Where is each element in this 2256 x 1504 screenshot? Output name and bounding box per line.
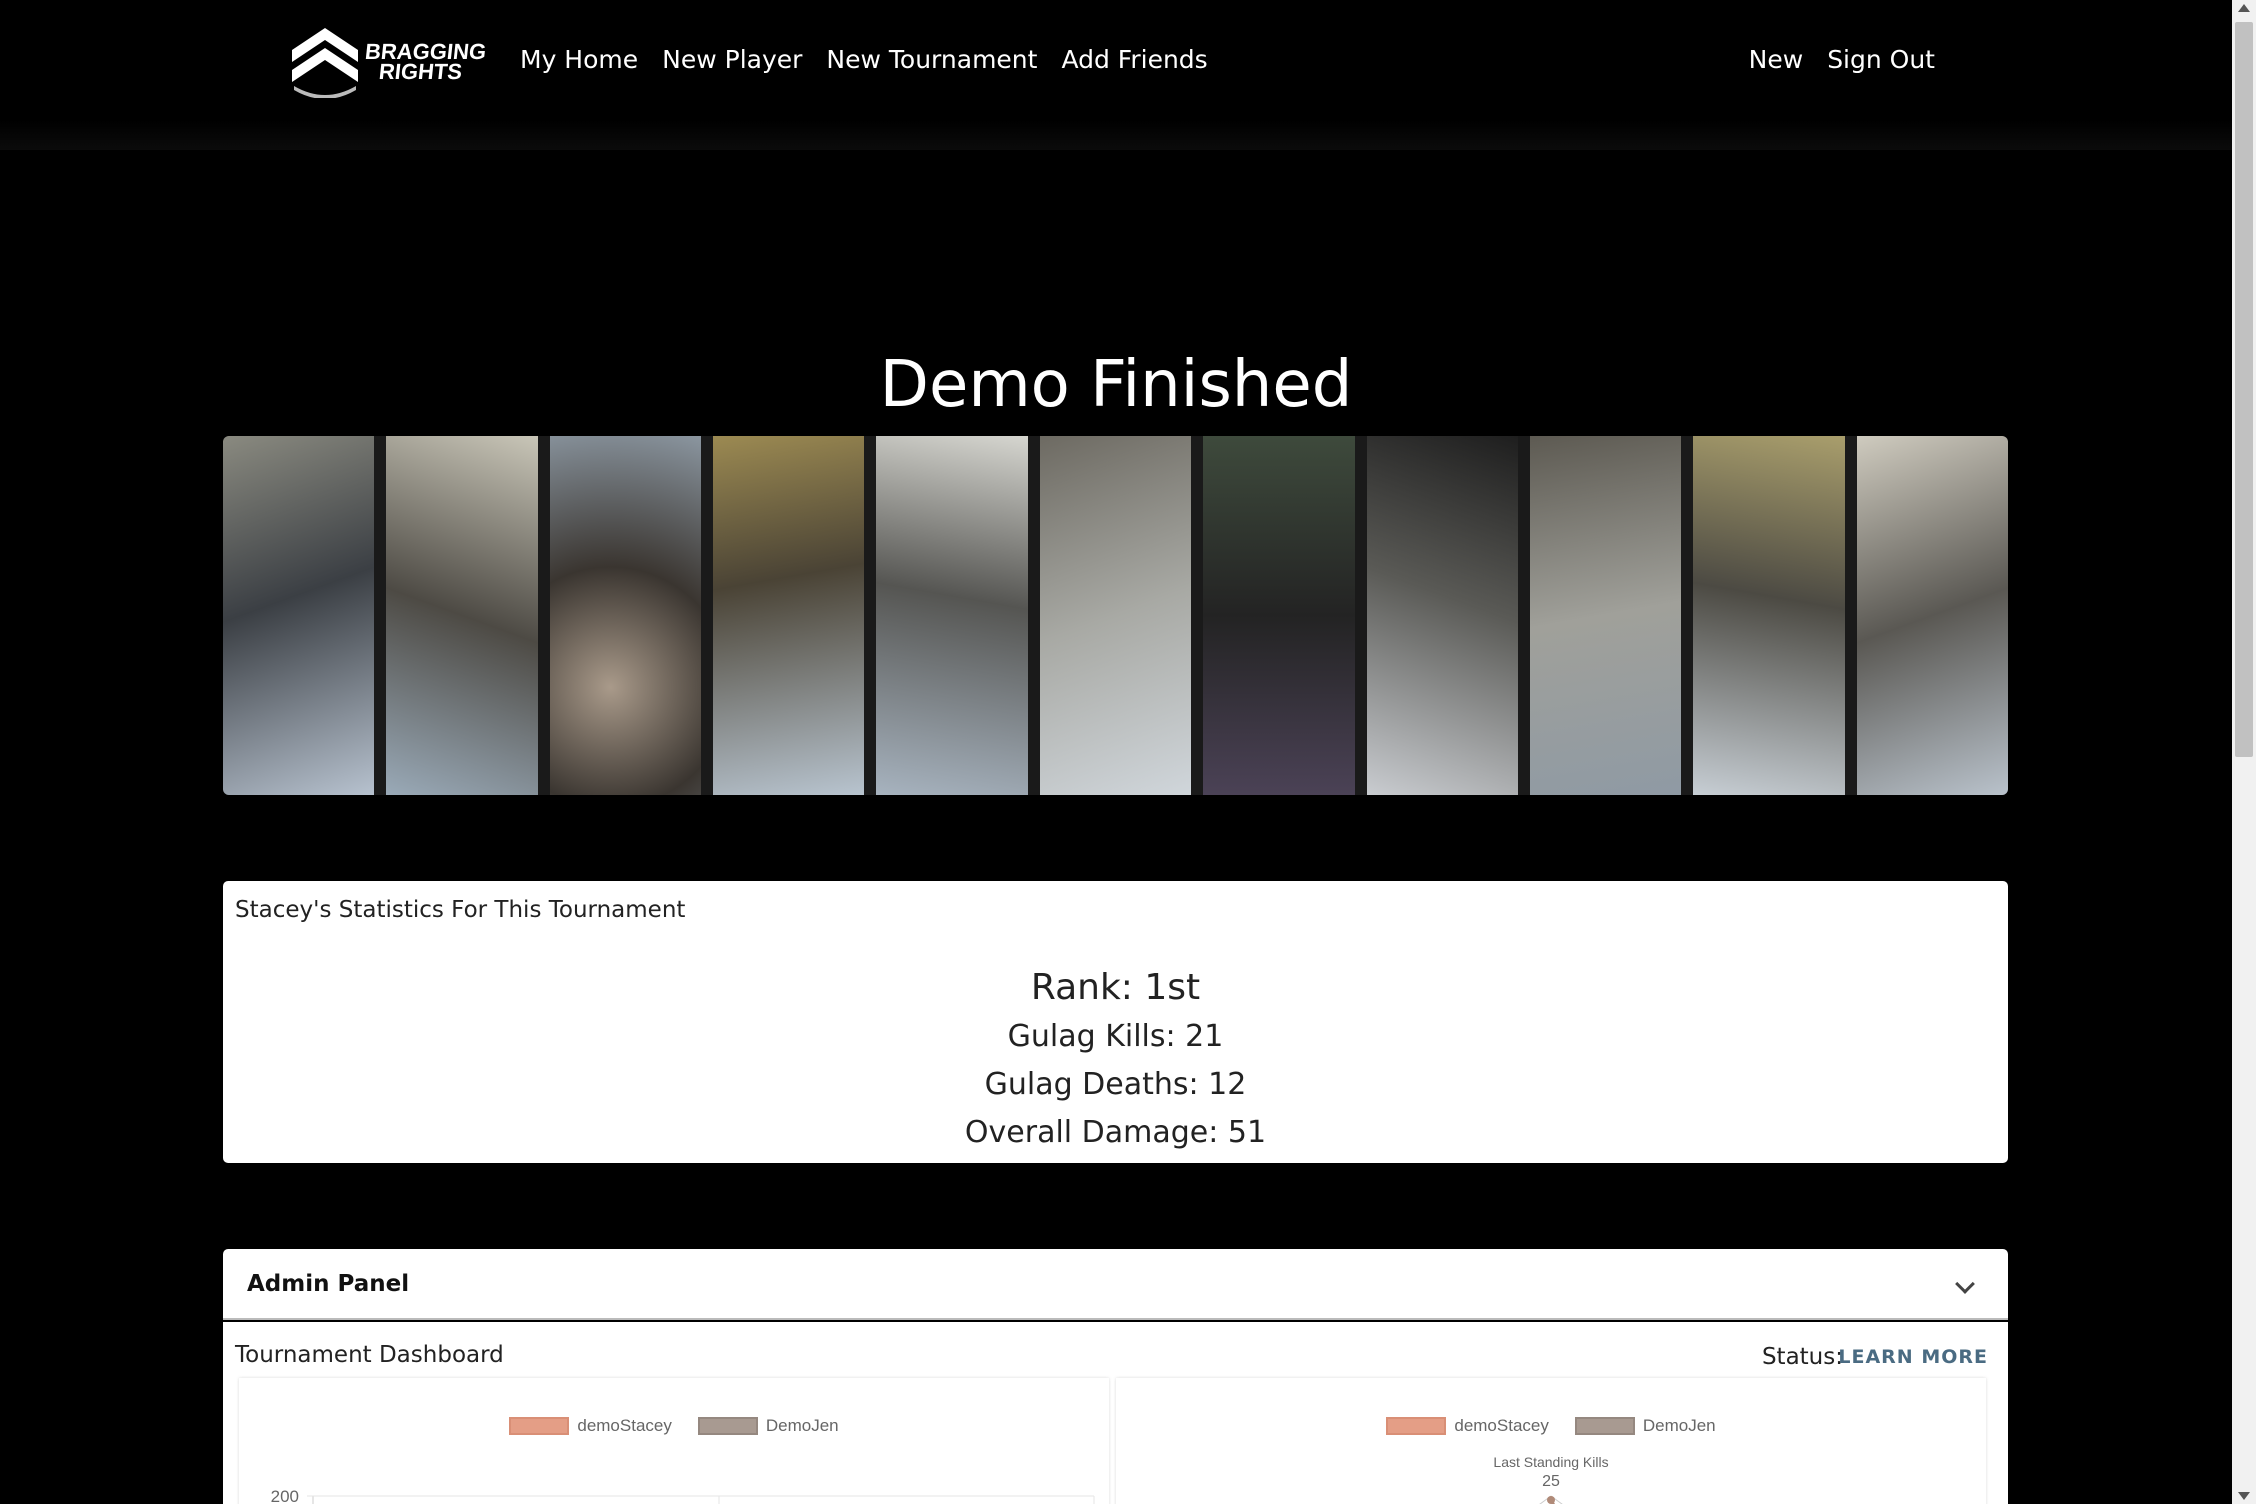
admin-panel-accordion[interactable]: Admin Panel xyxy=(223,1249,2008,1320)
tournament-banner-image xyxy=(223,436,2008,795)
scroll-up-arrow-icon[interactable] xyxy=(2238,4,2250,12)
banner-panel xyxy=(1039,436,1204,795)
nav-new-player[interactable]: New Player xyxy=(662,45,802,74)
page-title: Demo Finished xyxy=(879,348,1353,422)
status-label: Status: xyxy=(1761,1344,1843,1370)
page-scrollbar[interactable] xyxy=(2232,0,2256,1504)
logo-text: BRAGGING RIGHTS xyxy=(362,39,488,84)
admin-panel-label: Admin Panel xyxy=(247,1271,410,1297)
banner-panel xyxy=(386,436,550,795)
nav-links: My Home New Player New Tournament Add Fr… xyxy=(520,45,1208,74)
banner-panel xyxy=(223,436,387,795)
dashboard-title: Tournament Dashboard xyxy=(235,1342,504,1368)
bragging-rights-logo[interactable]: BRAGGING RIGHTS xyxy=(290,26,490,98)
banner-panel xyxy=(713,436,877,795)
stats-values: Rank: 1st Gulag Kills: 21 Gulag Deaths: … xyxy=(223,963,2008,1157)
logo-text-line2: RIGHTS xyxy=(377,59,464,84)
scroll-down-arrow-icon[interactable] xyxy=(2238,1492,2250,1500)
banner-panel xyxy=(549,436,714,795)
overall-damage-value: Overall Damage: 51 xyxy=(964,1115,1267,1150)
chevron-logo-icon xyxy=(292,28,358,98)
top-navbar: BRAGGING RIGHTS My Home New Player New T… xyxy=(0,0,2232,150)
banner-panel xyxy=(1366,436,1530,795)
chevron-down-icon[interactable] xyxy=(1955,1274,1975,1294)
stats-heading: Stacey's Statistics For This Tournament xyxy=(235,897,686,923)
nav-add-friends[interactable]: Add Friends xyxy=(1061,45,1207,74)
banner-panel xyxy=(1693,436,1857,795)
banner-panel xyxy=(1203,436,1367,795)
tournament-dashboard: Tournament Dashboard Status: LEARN MORE … xyxy=(223,1322,2008,1504)
nav-sign-out[interactable]: Sign Out xyxy=(1827,45,1935,74)
player-stats-card: Stacey's Statistics For This Tournament … xyxy=(223,881,2008,1163)
bar-chart: demoStacey DemoJen 200180160 xyxy=(239,1378,1109,1504)
y-tick-label: 200 xyxy=(271,1487,299,1504)
nav-right-links: New Sign Out xyxy=(1749,45,1935,74)
scroll-thumb[interactable] xyxy=(2235,22,2253,757)
nav-my-home[interactable]: My Home xyxy=(520,45,638,74)
banner-panel xyxy=(1529,436,1694,795)
radar-chart: demoStacey DemoJen Last Standing Kills 2… xyxy=(1116,1378,1986,1504)
rank-value: Rank: 1st xyxy=(1030,967,1201,1008)
radar-gridline xyxy=(1539,1495,1552,1504)
banner-panel xyxy=(1856,436,2008,795)
gulag-deaths-value: Gulag Deaths: 12 xyxy=(984,1067,1247,1102)
banner-panel xyxy=(876,436,1040,795)
nav-new-tournament[interactable]: New Tournament xyxy=(826,45,1037,74)
radar-gridline xyxy=(1550,1495,1563,1504)
radar-chart-plot xyxy=(1539,1495,1563,1504)
bar-chart-plot: 200180160 xyxy=(271,1487,1095,1504)
nav-new[interactable]: New xyxy=(1749,45,1804,74)
learn-more-button[interactable]: LEARN MORE xyxy=(1838,1346,1988,1368)
gulag-kills-value: Gulag Kills: 21 xyxy=(1007,1019,1224,1054)
